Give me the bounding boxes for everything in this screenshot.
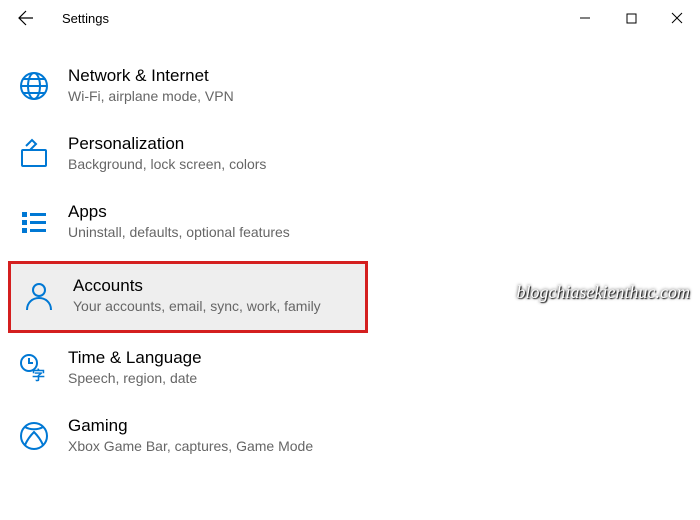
paintbrush-icon — [16, 136, 52, 172]
category-subtitle: Background, lock screen, colors — [68, 156, 266, 172]
settings-categories: Network & Internet Wi-Fi, airplane mode,… — [0, 36, 700, 472]
person-icon — [21, 278, 57, 314]
time-language-icon: 字 — [16, 350, 52, 386]
back-arrow-icon — [18, 10, 34, 26]
category-apps[interactable]: Apps Uninstall, defaults, optional featu… — [0, 190, 700, 258]
maximize-icon — [626, 13, 637, 24]
category-subtitle: Speech, region, date — [68, 370, 202, 386]
maximize-button[interactable] — [608, 0, 654, 36]
category-subtitle: Xbox Game Bar, captures, Game Mode — [68, 438, 313, 454]
minimize-icon — [579, 12, 591, 24]
svg-text:字: 字 — [32, 368, 45, 383]
titlebar: Settings — [0, 0, 700, 36]
category-subtitle: Uninstall, defaults, optional features — [68, 224, 290, 240]
apps-list-icon — [16, 204, 52, 240]
category-network-internet[interactable]: Network & Internet Wi-Fi, airplane mode,… — [0, 54, 700, 122]
category-title: Apps — [68, 202, 290, 222]
category-time-language[interactable]: 字 Time & Language Speech, region, date — [0, 336, 700, 404]
category-title: Gaming — [68, 416, 313, 436]
close-icon — [671, 12, 683, 24]
category-subtitle: Your accounts, email, sync, work, family — [73, 298, 321, 314]
category-personalization[interactable]: Personalization Background, lock screen,… — [0, 122, 700, 190]
window-title: Settings — [62, 11, 109, 26]
category-title: Network & Internet — [68, 66, 234, 86]
minimize-button[interactable] — [562, 0, 608, 36]
close-button[interactable] — [654, 0, 700, 36]
category-title: Time & Language — [68, 348, 202, 368]
category-title: Personalization — [68, 134, 266, 154]
category-title: Accounts — [73, 276, 321, 296]
globe-icon — [16, 68, 52, 104]
back-button[interactable] — [8, 0, 44, 36]
category-accounts[interactable]: Accounts Your accounts, email, sync, wor… — [8, 261, 368, 333]
xbox-icon — [16, 418, 52, 454]
category-gaming[interactable]: Gaming Xbox Game Bar, captures, Game Mod… — [0, 404, 700, 472]
category-subtitle: Wi-Fi, airplane mode, VPN — [68, 88, 234, 104]
